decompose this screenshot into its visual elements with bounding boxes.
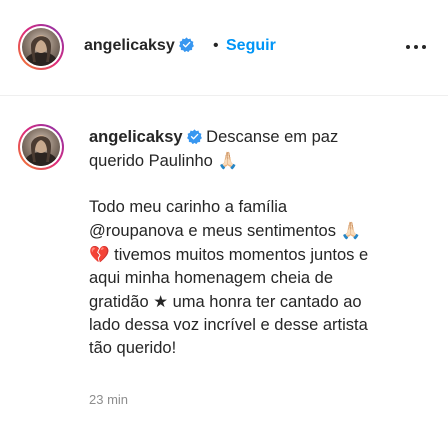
verified-badge-icon [178, 37, 194, 52]
mention-link[interactable]: @roupanova [89, 222, 184, 240]
caption-line-2: querido Paulinho 🙏🏻 [89, 151, 238, 170]
follow-button[interactable]: Seguir [226, 37, 276, 55]
post-caption: angelicaksy Descanse em paz querido Paul… [89, 126, 434, 360]
post-header: angelicaksy • Seguir [0, 0, 448, 96]
caption-username[interactable]: angelicaksy [89, 128, 183, 146]
more-horizontal-icon[interactable] [404, 40, 428, 54]
praying-hands-emoji: 🙏🏻 [217, 151, 238, 170]
star-emoji: ★ [153, 292, 169, 311]
praying-hands-emoji: 🙏🏻 [340, 221, 362, 240]
post-timestamp[interactable]: 23 min [89, 392, 128, 407]
caption-avatar-photo [22, 128, 60, 166]
header-username[interactable]: angelicaksy [84, 37, 194, 55]
caption-paragraph-2: Todo meu carinho a família @roupanova e … [89, 198, 369, 357]
verified-badge-icon [186, 129, 202, 144]
broken-heart-emoji: 💔 [89, 245, 110, 264]
separator-dot: • [213, 37, 219, 54]
profile-avatar[interactable] [18, 24, 64, 70]
avatar-photo [22, 28, 60, 66]
instagram-post: angelicaksy • Seguir angelicaksy Descans… [0, 0, 448, 428]
caption-avatar[interactable] [18, 124, 64, 170]
caption-line-1: angelicaksy Descanse em paz [89, 126, 434, 149]
caption-text: Descanse em paz [206, 128, 339, 146]
